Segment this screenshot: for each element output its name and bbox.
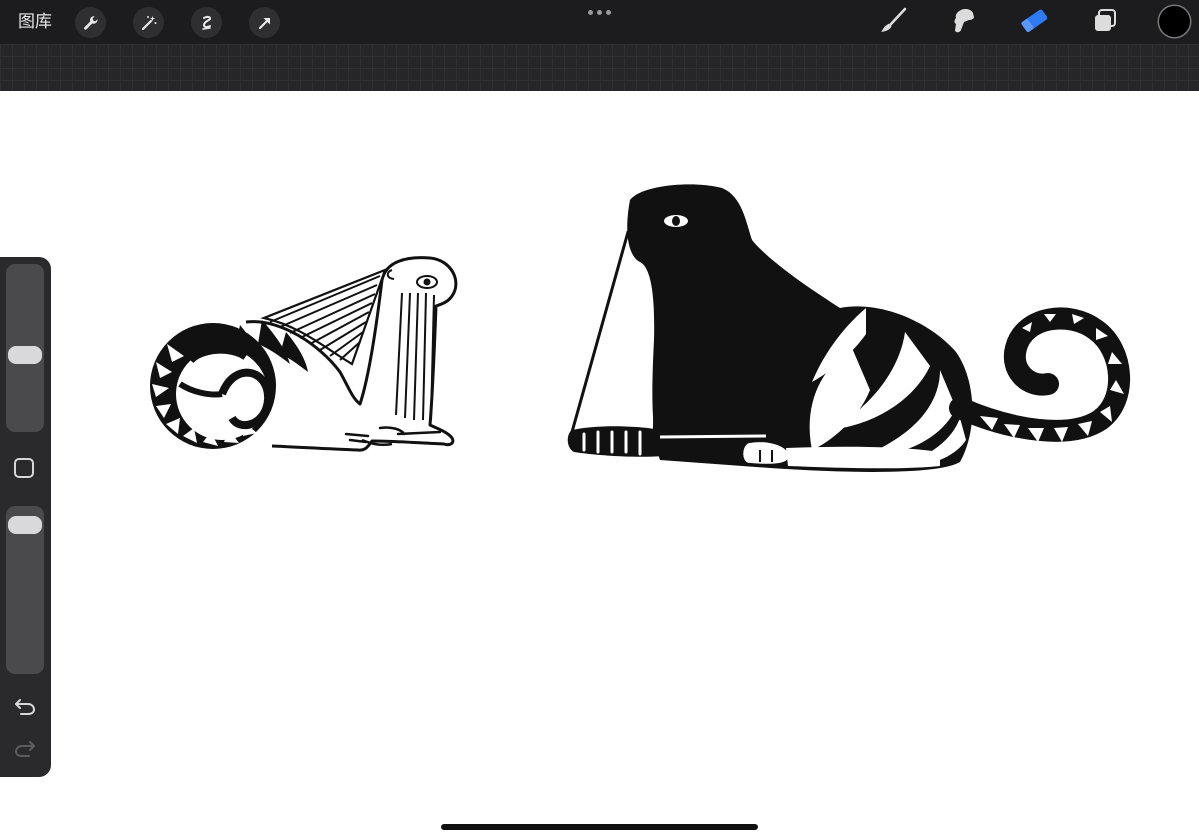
color-picker-button[interactable] — [1159, 6, 1190, 37]
redo-icon — [13, 739, 37, 763]
brush-size-slider[interactable] — [6, 264, 44, 432]
opacity-thumb[interactable] — [8, 516, 42, 534]
layers-button[interactable] — [1088, 6, 1122, 40]
gallery-button[interactable]: 图库 — [18, 11, 52, 33]
wrench-icon — [82, 14, 100, 32]
redo-button[interactable] — [12, 740, 38, 762]
transform-arrow-icon — [256, 14, 274, 32]
actions-button[interactable] — [75, 7, 106, 38]
smudge-icon — [949, 6, 979, 40]
canvas-grid-strip — [0, 44, 1199, 91]
eraser-tool-button[interactable] — [1017, 6, 1051, 40]
brush-icon — [878, 6, 908, 40]
left-sidebar — [0, 257, 51, 777]
black-creature-drawing — [567, 184, 1131, 472]
brush-size-thumb[interactable] — [8, 346, 42, 364]
selection-button[interactable] — [191, 7, 222, 38]
undo-icon — [13, 697, 37, 721]
more-dots-icon[interactable] — [583, 4, 615, 20]
brush-tool-button[interactable] — [876, 6, 910, 40]
modify-square-icon[interactable] — [14, 458, 34, 478]
opacity-slider[interactable] — [6, 506, 44, 674]
smudge-tool-button[interactable] — [947, 6, 981, 40]
selection-icon — [198, 14, 216, 32]
layers-icon — [1091, 7, 1119, 39]
artwork — [150, 184, 1131, 472]
white-creature-drawing — [150, 256, 458, 452]
procreate-app: 图库 — [0, 0, 1199, 838]
magic-wand-icon — [140, 14, 158, 32]
eraser-icon — [1018, 6, 1050, 40]
home-indicator[interactable] — [441, 824, 758, 830]
transform-button[interactable] — [249, 7, 280, 38]
top-toolbar: 图库 — [0, 0, 1199, 44]
adjustments-button[interactable] — [133, 7, 164, 38]
undo-button[interactable] — [12, 698, 38, 720]
drawing-canvas[interactable] — [0, 91, 1199, 838]
